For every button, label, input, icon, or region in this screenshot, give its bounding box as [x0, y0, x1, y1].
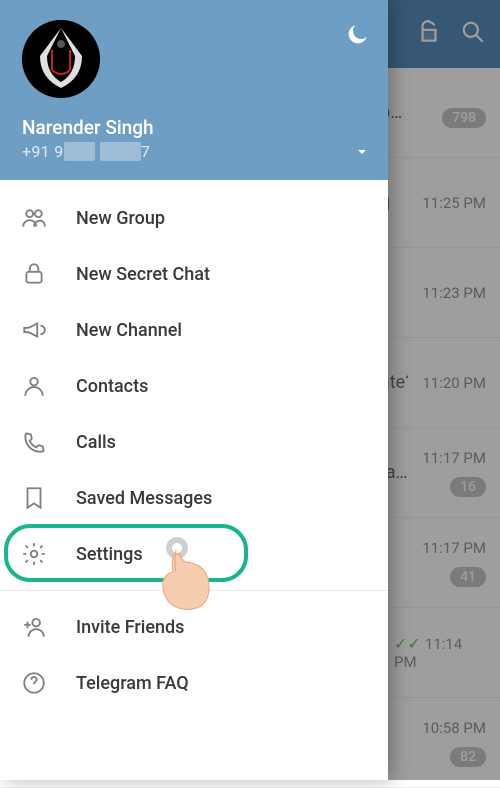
- menu-item-settings[interactable]: Settings: [0, 526, 388, 582]
- menu-item-saved-messages[interactable]: Saved Messages: [0, 470, 388, 526]
- person-icon: [20, 373, 48, 399]
- menu-label: New Channel: [76, 320, 182, 341]
- person-add-icon: [20, 614, 48, 640]
- menu-label: Contacts: [76, 376, 148, 397]
- lock-icon: [20, 261, 48, 287]
- account-dropdown-icon[interactable]: [354, 144, 370, 164]
- menu-label: New Secret Chat: [76, 264, 210, 285]
- menu-label: New Group: [76, 208, 165, 229]
- menu-label: Telegram FAQ: [76, 673, 189, 694]
- menu-label: Settings: [76, 544, 143, 565]
- menu-item-new-group[interactable]: New Group: [0, 190, 388, 246]
- menu-item-telegram-faq[interactable]: Telegram FAQ: [0, 655, 388, 711]
- phone-icon: [20, 429, 48, 455]
- night-mode-icon[interactable]: [344, 22, 370, 52]
- megaphone-icon: [20, 317, 48, 343]
- menu-label: Saved Messages: [76, 488, 212, 509]
- menu-label: Invite Friends: [76, 617, 184, 638]
- menu-label: Calls: [76, 432, 116, 453]
- menu-item-invite-friends[interactable]: Invite Friends: [0, 599, 388, 655]
- menu-divider: [0, 590, 388, 591]
- menu-item-contacts[interactable]: Contacts: [0, 358, 388, 414]
- help-icon: [20, 670, 48, 696]
- menu-item-calls[interactable]: Calls: [0, 414, 388, 470]
- drawer-menu: New Group New Secret Chat New Channel Co…: [0, 180, 388, 780]
- menu-item-new-channel[interactable]: New Channel: [0, 302, 388, 358]
- drawer-header: Narender Singh +91 9000 00007: [0, 0, 388, 180]
- profile-name: Narender Singh: [22, 116, 370, 139]
- navigation-drawer: Narender Singh +91 9000 00007 New Group: [0, 0, 388, 780]
- menu-item-new-secret-chat[interactable]: New Secret Chat: [0, 246, 388, 302]
- group-icon: [20, 205, 48, 231]
- profile-phone: +91 9000 00007: [22, 142, 370, 161]
- avatar[interactable]: [22, 20, 100, 98]
- bookmark-icon: [20, 485, 48, 511]
- gear-icon: [20, 541, 48, 567]
